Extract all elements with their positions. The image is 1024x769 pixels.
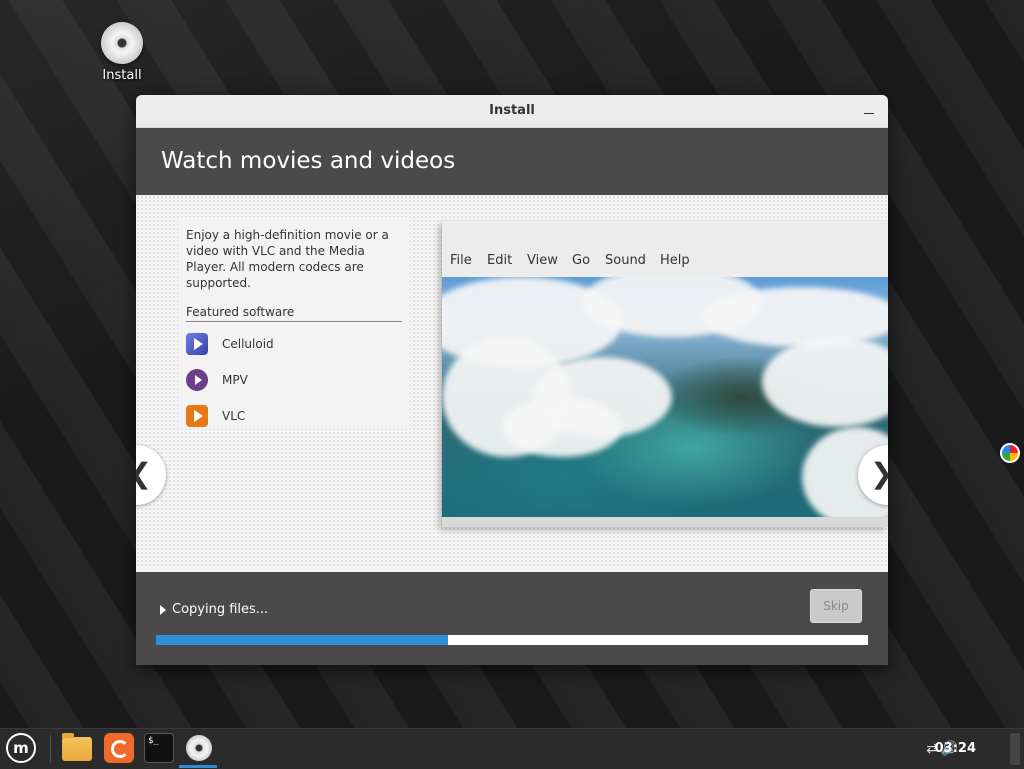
menu-file: File xyxy=(450,253,472,268)
disc-icon xyxy=(101,22,143,64)
slide-heading: Watch movies and videos xyxy=(136,128,888,195)
title-bar[interactable]: Install xyxy=(136,95,888,128)
software-label: MPV xyxy=(222,373,248,387)
desktop-icon-label: Install xyxy=(102,68,142,83)
taskbar: m $_ ⇄ 🔊 03:24 xyxy=(0,728,1024,769)
info-panel: Enjoy a high-definition movie or a video… xyxy=(178,217,410,429)
mpv-icon xyxy=(186,369,208,391)
menu-help: Help xyxy=(660,253,690,268)
aerial-photo xyxy=(442,277,888,517)
taskbar-separator xyxy=(50,735,51,763)
terminal-icon[interactable]: $_ xyxy=(144,733,174,763)
progress-bar xyxy=(156,635,868,645)
menu-go: Go xyxy=(572,253,591,268)
color-picker-icon[interactable] xyxy=(1000,443,1020,463)
menu-sound: Sound xyxy=(605,253,646,268)
featured-software-label: Featured software xyxy=(186,305,402,322)
file-manager-icon[interactable] xyxy=(62,733,92,761)
menu-edit: Edit xyxy=(487,253,513,268)
installer-window: Install Watch movies and videos Enjoy a … xyxy=(136,95,888,665)
menu-view: View xyxy=(527,253,558,268)
minimize-button[interactable] xyxy=(860,95,878,127)
expander-arrow-icon xyxy=(160,604,166,615)
slide-description: Enjoy a high-definition movie or a video… xyxy=(186,228,389,290)
celluloid-icon xyxy=(186,333,208,355)
skip-button[interactable]: Skip xyxy=(810,589,862,623)
screenshot-menubar: File Edit View Go Sound Help xyxy=(442,221,888,277)
software-item-vlc: VLC xyxy=(186,402,402,430)
panel-handle[interactable] xyxy=(1010,733,1020,765)
software-item-celluloid: Celluloid xyxy=(186,330,402,358)
status-text: Copying files... xyxy=(172,602,269,617)
desktop-install-icon[interactable]: Install xyxy=(96,22,148,83)
status-expander[interactable]: Copying files... xyxy=(160,602,268,617)
progress-fill xyxy=(156,635,448,645)
software-label: Celluloid xyxy=(222,337,274,351)
slideshow: Enjoy a high-definition movie or a video… xyxy=(136,195,888,567)
firefox-icon[interactable] xyxy=(104,733,134,763)
vlc-icon xyxy=(186,405,208,427)
previous-slide-button[interactable]: ❮ xyxy=(136,445,166,505)
software-item-mpv: MPV xyxy=(186,366,402,394)
media-player-screenshot: File Edit View Go Sound Help xyxy=(442,221,888,527)
software-label: VLC xyxy=(222,409,246,423)
installer-taskbar-icon[interactable] xyxy=(184,733,214,763)
menu-button[interactable]: m xyxy=(6,733,36,763)
install-footer: Copying files... Skip xyxy=(136,572,888,665)
clock[interactable]: 03:24 xyxy=(935,741,976,756)
window-title: Install xyxy=(489,103,535,118)
